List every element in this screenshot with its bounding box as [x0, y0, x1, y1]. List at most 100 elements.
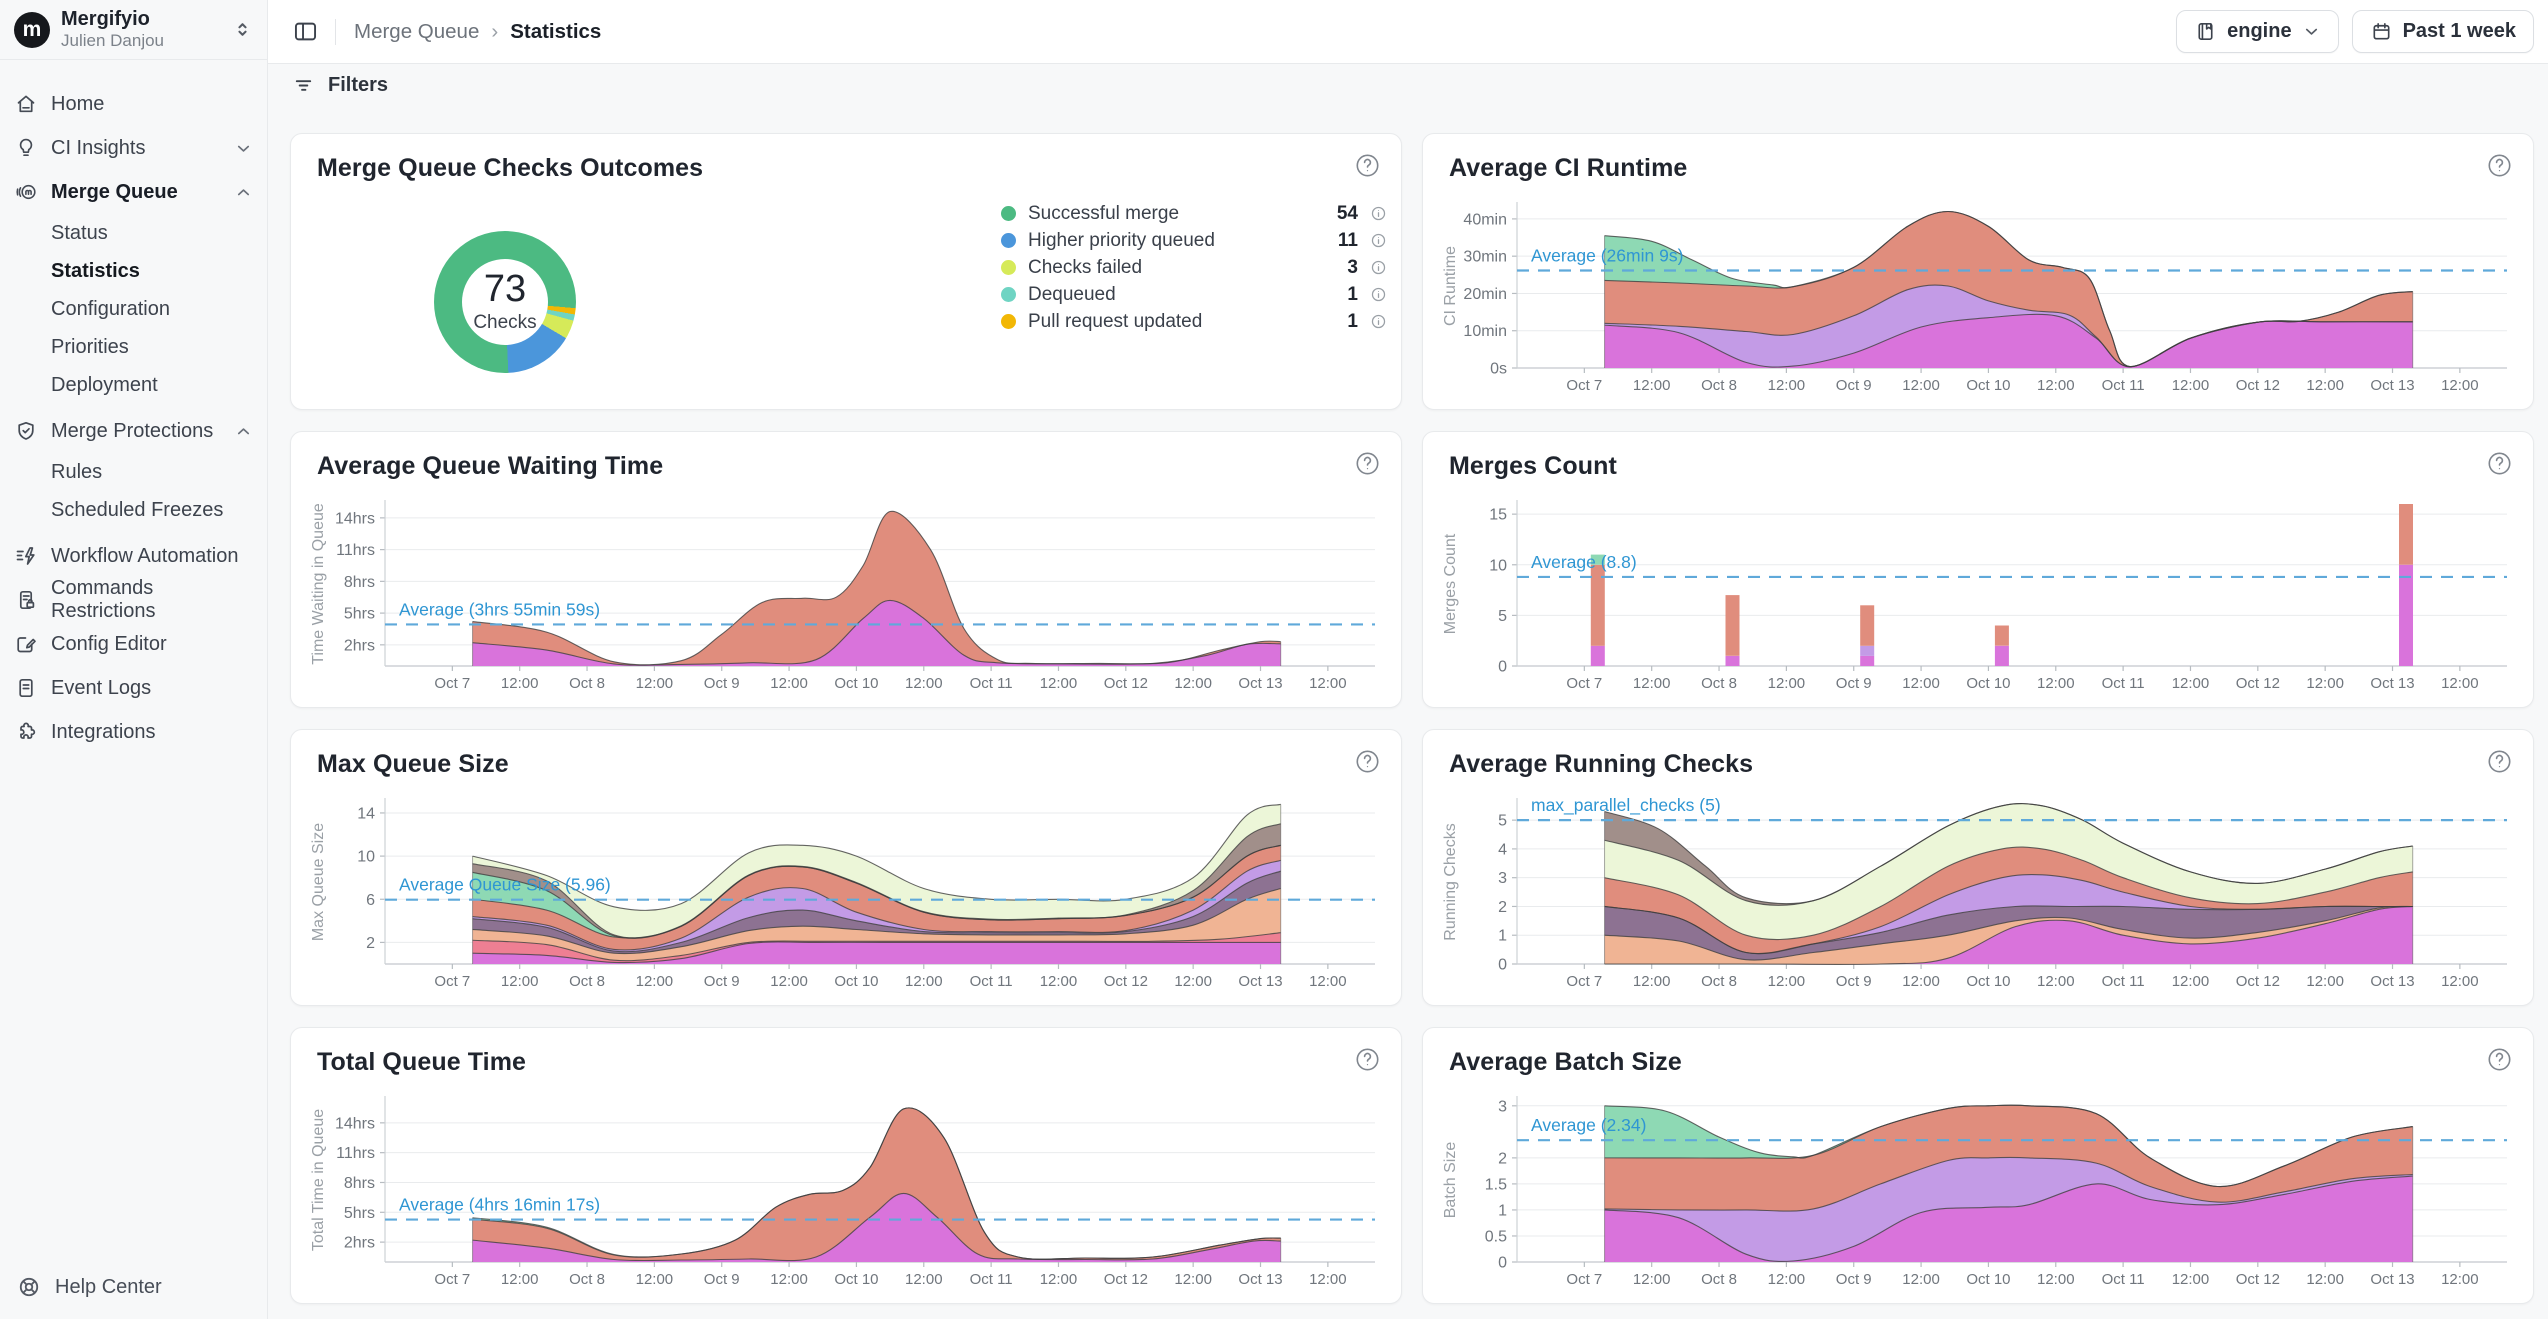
- sidebar-item-merge-protections[interactable]: Merge Protections: [0, 409, 267, 453]
- svg-text:15: 15: [1489, 507, 1507, 524]
- svg-text:Average (3hrs 55min 59s): Average (3hrs 55min 59s): [399, 599, 600, 619]
- info-icon[interactable]: [1370, 313, 1387, 330]
- home-icon: [14, 92, 38, 116]
- svg-text:0: 0: [1498, 957, 1507, 974]
- svg-text:5hrs: 5hrs: [344, 1205, 375, 1222]
- svg-text:Oct 11: Oct 11: [970, 675, 1013, 692]
- svg-text:12:00: 12:00: [1040, 973, 1078, 990]
- svg-text:Oct 11: Oct 11: [2102, 1271, 2145, 1288]
- svg-text:12:00: 12:00: [905, 675, 943, 692]
- card-title: Average CI Runtime: [1449, 154, 1687, 183]
- legend-row: Checks failed 3: [1001, 254, 1387, 281]
- repository-select[interactable]: engine: [2176, 10, 2338, 53]
- sidebar-toggle-icon[interactable]: [292, 18, 319, 45]
- sidebar-item-commands-restrictions[interactable]: Commands Restrictions: [0, 578, 267, 622]
- svg-text:12:00: 12:00: [2306, 1271, 2344, 1288]
- svg-text:Oct 11: Oct 11: [2102, 675, 2145, 692]
- svg-text:CI Runtime: CI Runtime: [1442, 246, 1459, 326]
- sidebar-item-home[interactable]: Home: [0, 82, 267, 126]
- svg-text:12:00: 12:00: [905, 973, 943, 990]
- help-icon[interactable]: [2486, 450, 2513, 477]
- svg-text:2: 2: [1498, 1150, 1507, 1167]
- sidebar-item-workflow-automation[interactable]: Workflow Automation: [0, 534, 267, 578]
- svg-text:Oct 13: Oct 13: [2370, 1271, 2414, 1288]
- sidebar-item-deployment[interactable]: Deployment: [0, 366, 267, 404]
- svg-text:Oct 9: Oct 9: [704, 1271, 740, 1288]
- sidebar-item-ci-insights[interactable]: CI Insights: [0, 126, 267, 170]
- help-icon[interactable]: [1354, 152, 1381, 179]
- svg-text:14hrs: 14hrs: [335, 510, 375, 527]
- legend-dot: [1001, 206, 1016, 221]
- svg-text:Oct 11: Oct 11: [2102, 377, 2145, 394]
- legend-dot: [1001, 260, 1016, 275]
- svg-text:12:00: 12:00: [1768, 1271, 1806, 1288]
- sidebar-item-statistics[interactable]: Statistics: [0, 252, 267, 290]
- help-icon[interactable]: [1354, 450, 1381, 477]
- svg-text:12:00: 12:00: [2172, 377, 2210, 394]
- svg-text:Oct 12: Oct 12: [2236, 1271, 2280, 1288]
- svg-text:12:00: 12:00: [1902, 1271, 1940, 1288]
- info-icon[interactable]: [1370, 286, 1387, 303]
- sidebar-item-scheduled-freezes[interactable]: Scheduled Freezes: [0, 491, 267, 529]
- svg-text:12:00: 12:00: [905, 1271, 943, 1288]
- up-down-chevron-icon: [232, 19, 253, 40]
- svg-text:Oct 12: Oct 12: [2236, 973, 2280, 990]
- date-range-label: Past 1 week: [2403, 20, 2516, 43]
- sidebar-item-config-editor[interactable]: Config Editor: [0, 622, 267, 666]
- top-bar: Merge Queue › Statistics engine Past 1 w…: [268, 0, 2548, 64]
- mergify-logo: m: [14, 12, 50, 48]
- svg-text:Oct 8: Oct 8: [569, 1271, 605, 1288]
- svg-text:12:00: 12:00: [1174, 973, 1212, 990]
- svg-text:12:00: 12:00: [636, 675, 674, 692]
- svg-text:Batch Size: Batch Size: [1442, 1142, 1459, 1219]
- merges-count-chart: 051015Oct 712:00Oct 812:00Oct 912:00Oct …: [1439, 488, 2519, 700]
- breadcrumb-parent[interactable]: Merge Queue: [354, 20, 479, 44]
- total-queue-time-chart: 2hrs5hrs8hrs11hrs14hrsOct 712:00Oct 812:…: [307, 1084, 1387, 1296]
- shield-check-icon: [14, 419, 38, 443]
- sidebar-item-merge-queue[interactable]: Merge Queue: [0, 170, 267, 214]
- svg-text:12:00: 12:00: [636, 973, 674, 990]
- lightbulb-icon: [14, 136, 38, 160]
- svg-text:Oct 11: Oct 11: [2102, 973, 2145, 990]
- svg-text:Oct 11: Oct 11: [970, 973, 1013, 990]
- help-icon[interactable]: [2486, 152, 2513, 179]
- card-title: Average Queue Waiting Time: [317, 452, 663, 481]
- sidebar-item-priorities[interactable]: Priorities: [0, 328, 267, 366]
- sidebar-item-status[interactable]: Status: [0, 214, 267, 252]
- help-center-button[interactable]: Help Center: [0, 1255, 267, 1319]
- lifebuoy-icon: [16, 1274, 42, 1300]
- help-icon[interactable]: [2486, 1046, 2513, 1073]
- svg-text:5: 5: [1498, 608, 1507, 625]
- sidebar-item-event-logs[interactable]: Event Logs: [0, 666, 267, 710]
- svg-text:Total Time in Queue: Total Time in Queue: [310, 1109, 327, 1251]
- svg-text:11hrs: 11hrs: [336, 542, 375, 559]
- help-icon[interactable]: [1354, 748, 1381, 775]
- svg-text:12:00: 12:00: [2306, 675, 2344, 692]
- sidebar-nav: Home CI Insights Merge Queue Status Stat…: [0, 60, 267, 754]
- help-icon[interactable]: [2486, 748, 2513, 775]
- chevron-down-icon: [2302, 22, 2321, 41]
- sidebar-item-configuration[interactable]: Configuration: [0, 290, 267, 328]
- sidebar-item-integrations[interactable]: Integrations: [0, 710, 267, 754]
- svg-text:2hrs: 2hrs: [344, 1235, 375, 1252]
- info-icon[interactable]: [1370, 205, 1387, 222]
- svg-text:12:00: 12:00: [1633, 377, 1671, 394]
- svg-text:10: 10: [357, 849, 375, 866]
- org-switcher[interactable]: m Mergifyio Julien Danjou: [0, 0, 267, 60]
- svg-text:Oct 10: Oct 10: [834, 1271, 878, 1288]
- legend-dot: [1001, 314, 1016, 329]
- svg-text:2: 2: [1498, 899, 1507, 916]
- help-icon[interactable]: [1354, 1046, 1381, 1073]
- filters-button[interactable]: Filters: [328, 74, 388, 97]
- user-name: Julien Danjou: [61, 31, 221, 51]
- svg-text:12:00: 12:00: [1768, 675, 1806, 692]
- info-icon[interactable]: [1370, 259, 1387, 276]
- date-range-button[interactable]: Past 1 week: [2352, 10, 2534, 53]
- svg-text:14hrs: 14hrs: [335, 1115, 375, 1132]
- info-icon[interactable]: [1370, 232, 1387, 249]
- sidebar-item-rules[interactable]: Rules: [0, 453, 267, 491]
- svg-text:4: 4: [1498, 841, 1507, 858]
- svg-text:8hrs: 8hrs: [344, 574, 375, 591]
- svg-text:Average (26min 9s): Average (26min 9s): [1531, 246, 1683, 266]
- legend-row: Pull request updated 1: [1001, 308, 1387, 335]
